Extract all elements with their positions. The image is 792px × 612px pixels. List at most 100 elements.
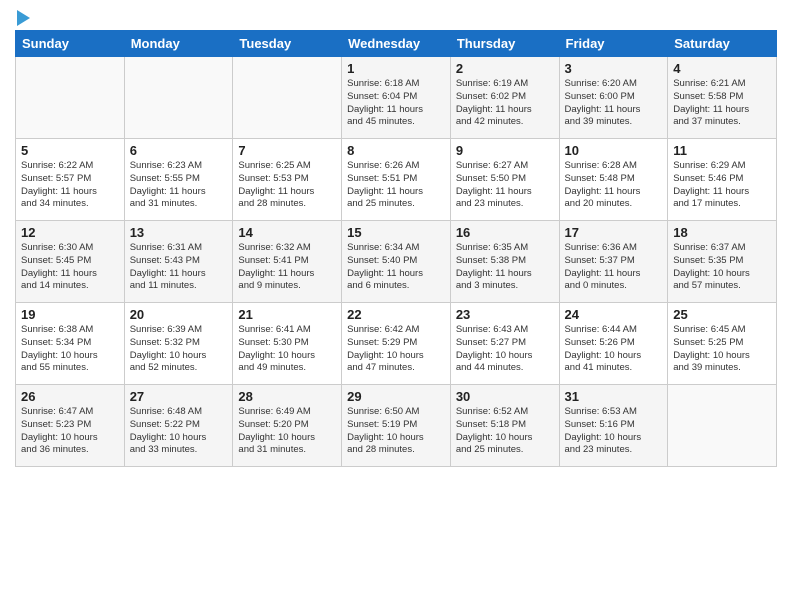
day-number: 18 — [673, 225, 771, 240]
day-number: 4 — [673, 61, 771, 76]
calendar-cell: 22 Sunrise: 6:42 AM Sunset: 5:29 PM Dayli… — [342, 303, 451, 385]
calendar-cell: 25 Sunrise: 6:45 AM Sunset: 5:25 PM Dayli… — [668, 303, 777, 385]
day-info: Sunrise: 6:21 AM Sunset: 5:58 PM Dayligh… — [673, 78, 771, 129]
day-info: Sunrise: 6:39 AM Sunset: 5:32 PM Dayligh… — [130, 324, 228, 375]
day-number: 20 — [130, 307, 228, 322]
calendar-cell: 24 Sunrise: 6:44 AM Sunset: 5:26 PM Dayli… — [559, 303, 668, 385]
calendar-cell: 4 Sunrise: 6:21 AM Sunset: 5:58 PM Daylig… — [668, 57, 777, 139]
day-number: 15 — [347, 225, 445, 240]
calendar-cell — [233, 57, 342, 139]
day-number: 26 — [21, 389, 119, 404]
calendar: SundayMondayTuesdayWednesdayThursdayFrid… — [15, 30, 777, 467]
calendar-cell: 10 Sunrise: 6:28 AM Sunset: 5:48 PM Dayli… — [559, 139, 668, 221]
day-info: Sunrise: 6:42 AM Sunset: 5:29 PM Dayligh… — [347, 324, 445, 375]
calendar-week-3: 19 Sunrise: 6:38 AM Sunset: 5:34 PM Dayli… — [16, 303, 777, 385]
calendar-cell: 11Sunrise: 6:29 AM Sunset: 5:46 PM Dayli… — [668, 139, 777, 221]
day-number: 22 — [347, 307, 445, 322]
day-number: 17 — [565, 225, 663, 240]
calendar-cell: 26 Sunrise: 6:47 AM Sunset: 5:23 PM Dayli… — [16, 385, 125, 467]
calendar-cell: 12Sunrise: 6:30 AM Sunset: 5:45 PM Dayli… — [16, 221, 125, 303]
day-info: Sunrise: 6:27 AM Sunset: 5:50 PM Dayligh… — [456, 160, 554, 211]
calendar-cell: 31 Sunrise: 6:53 AM Sunset: 5:16 PM Dayli… — [559, 385, 668, 467]
calendar-cell: 5 Sunrise: 6:22 AM Sunset: 5:57 PM Daylig… — [16, 139, 125, 221]
day-info: Sunrise: 6:38 AM Sunset: 5:34 PM Dayligh… — [21, 324, 119, 375]
day-number: 9 — [456, 143, 554, 158]
day-info: Sunrise: 6:35 AM Sunset: 5:38 PM Dayligh… — [456, 242, 554, 293]
calendar-cell: 20 Sunrise: 6:39 AM Sunset: 5:32 PM Dayli… — [124, 303, 233, 385]
calendar-cell: 21 Sunrise: 6:41 AM Sunset: 5:30 PM Dayli… — [233, 303, 342, 385]
day-number: 5 — [21, 143, 119, 158]
day-info: Sunrise: 6:34 AM Sunset: 5:40 PM Dayligh… — [347, 242, 445, 293]
day-number: 6 — [130, 143, 228, 158]
day-number: 1 — [347, 61, 445, 76]
day-number: 29 — [347, 389, 445, 404]
day-info: Sunrise: 6:22 AM Sunset: 5:57 PM Dayligh… — [21, 160, 119, 211]
calendar-cell: 30Sunrise: 6:52 AM Sunset: 5:18 PM Dayli… — [450, 385, 559, 467]
day-info: Sunrise: 6:41 AM Sunset: 5:30 PM Dayligh… — [238, 324, 336, 375]
day-info: Sunrise: 6:25 AM Sunset: 5:53 PM Dayligh… — [238, 160, 336, 211]
day-info: Sunrise: 6:45 AM Sunset: 5:25 PM Dayligh… — [673, 324, 771, 375]
day-info: Sunrise: 6:32 AM Sunset: 5:41 PM Dayligh… — [238, 242, 336, 293]
day-number: 16 — [456, 225, 554, 240]
day-info: Sunrise: 6:18 AM Sunset: 6:04 PM Dayligh… — [347, 78, 445, 129]
calendar-week-2: 12Sunrise: 6:30 AM Sunset: 5:45 PM Dayli… — [16, 221, 777, 303]
day-info: Sunrise: 6:43 AM Sunset: 5:27 PM Dayligh… — [456, 324, 554, 375]
calendar-cell: 23 Sunrise: 6:43 AM Sunset: 5:27 PM Dayli… — [450, 303, 559, 385]
calendar-cell: 16 Sunrise: 6:35 AM Sunset: 5:38 PM Dayli… — [450, 221, 559, 303]
day-info: Sunrise: 6:44 AM Sunset: 5:26 PM Dayligh… — [565, 324, 663, 375]
day-info: Sunrise: 6:50 AM Sunset: 5:19 PM Dayligh… — [347, 406, 445, 457]
day-number: 10 — [565, 143, 663, 158]
calendar-cell: 19 Sunrise: 6:38 AM Sunset: 5:34 PM Dayli… — [16, 303, 125, 385]
day-number: 14 — [238, 225, 336, 240]
col-header-wednesday: Wednesday — [342, 31, 451, 57]
day-number: 23 — [456, 307, 554, 322]
calendar-cell — [124, 57, 233, 139]
col-header-saturday: Saturday — [668, 31, 777, 57]
col-header-friday: Friday — [559, 31, 668, 57]
col-header-sunday: Sunday — [16, 31, 125, 57]
day-number: 13 — [130, 225, 228, 240]
day-number: 28 — [238, 389, 336, 404]
day-number: 27 — [130, 389, 228, 404]
day-info: Sunrise: 6:37 AM Sunset: 5:35 PM Dayligh… — [673, 242, 771, 293]
day-info: Sunrise: 6:20 AM Sunset: 6:00 PM Dayligh… — [565, 78, 663, 129]
col-header-tuesday: Tuesday — [233, 31, 342, 57]
calendar-cell: 18 Sunrise: 6:37 AM Sunset: 5:35 PM Dayli… — [668, 221, 777, 303]
header — [15, 10, 777, 22]
day-number: 25 — [673, 307, 771, 322]
day-number: 21 — [238, 307, 336, 322]
day-number: 19 — [21, 307, 119, 322]
calendar-cell: 6 Sunrise: 6:23 AM Sunset: 5:55 PM Daylig… — [124, 139, 233, 221]
day-number: 3 — [565, 61, 663, 76]
day-number: 31 — [565, 389, 663, 404]
day-info: Sunrise: 6:23 AM Sunset: 5:55 PM Dayligh… — [130, 160, 228, 211]
day-number: 7 — [238, 143, 336, 158]
calendar-cell — [668, 385, 777, 467]
day-info: Sunrise: 6:53 AM Sunset: 5:16 PM Dayligh… — [565, 406, 663, 457]
calendar-week-0: 1 Sunrise: 6:18 AM Sunset: 6:04 PM Daylig… — [16, 57, 777, 139]
logo — [15, 10, 30, 22]
calendar-cell — [16, 57, 125, 139]
day-info: Sunrise: 6:26 AM Sunset: 5:51 PM Dayligh… — [347, 160, 445, 211]
day-info: Sunrise: 6:19 AM Sunset: 6:02 PM Dayligh… — [456, 78, 554, 129]
calendar-cell: 8Sunrise: 6:26 AM Sunset: 5:51 PM Daylig… — [342, 139, 451, 221]
day-number: 12 — [21, 225, 119, 240]
calendar-cell: 15 Sunrise: 6:34 AM Sunset: 5:40 PM Dayli… — [342, 221, 451, 303]
day-number: 30 — [456, 389, 554, 404]
calendar-cell: 9 Sunrise: 6:27 AM Sunset: 5:50 PM Daylig… — [450, 139, 559, 221]
col-header-monday: Monday — [124, 31, 233, 57]
day-info: Sunrise: 6:28 AM Sunset: 5:48 PM Dayligh… — [565, 160, 663, 211]
day-number: 2 — [456, 61, 554, 76]
day-info: Sunrise: 6:36 AM Sunset: 5:37 PM Dayligh… — [565, 242, 663, 293]
col-header-thursday: Thursday — [450, 31, 559, 57]
day-info: Sunrise: 6:49 AM Sunset: 5:20 PM Dayligh… — [238, 406, 336, 457]
calendar-cell: 29 Sunrise: 6:50 AM Sunset: 5:19 PM Dayli… — [342, 385, 451, 467]
day-number: 24 — [565, 307, 663, 322]
calendar-cell: 7 Sunrise: 6:25 AM Sunset: 5:53 PM Daylig… — [233, 139, 342, 221]
day-info: Sunrise: 6:48 AM Sunset: 5:22 PM Dayligh… — [130, 406, 228, 457]
calendar-cell: 3 Sunrise: 6:20 AM Sunset: 6:00 PM Daylig… — [559, 57, 668, 139]
page: SundayMondayTuesdayWednesdayThursdayFrid… — [0, 0, 792, 612]
calendar-cell: 1 Sunrise: 6:18 AM Sunset: 6:04 PM Daylig… — [342, 57, 451, 139]
calendar-cell: 2 Sunrise: 6:19 AM Sunset: 6:02 PM Daylig… — [450, 57, 559, 139]
day-info: Sunrise: 6:47 AM Sunset: 5:23 PM Dayligh… — [21, 406, 119, 457]
